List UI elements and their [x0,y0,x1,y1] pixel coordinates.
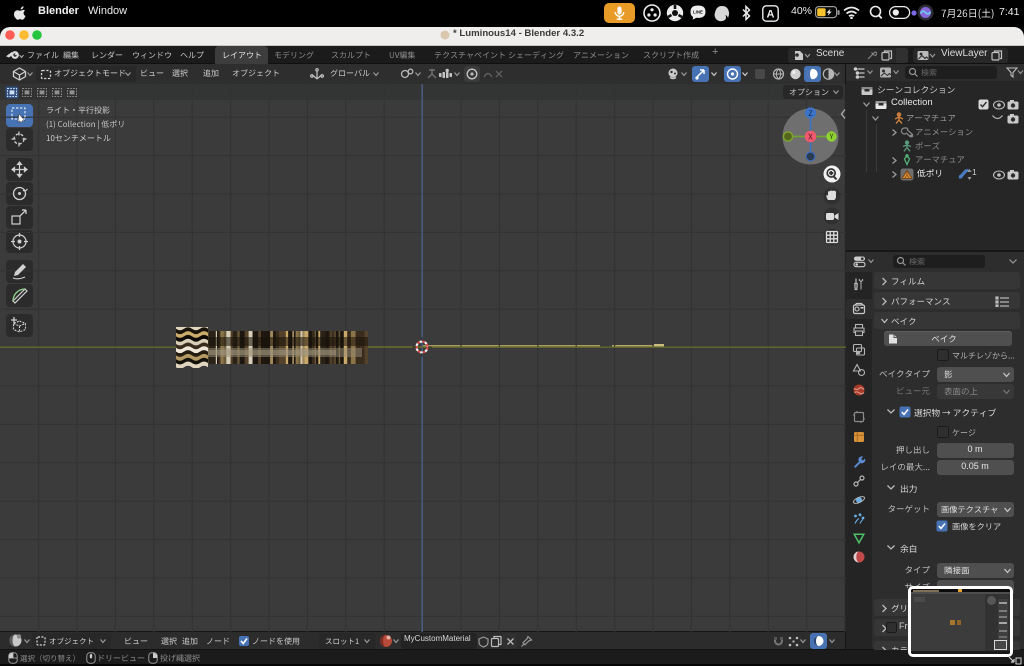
svg-text:A: A [767,9,775,21]
svg-text:LINE: LINE [693,10,703,15]
